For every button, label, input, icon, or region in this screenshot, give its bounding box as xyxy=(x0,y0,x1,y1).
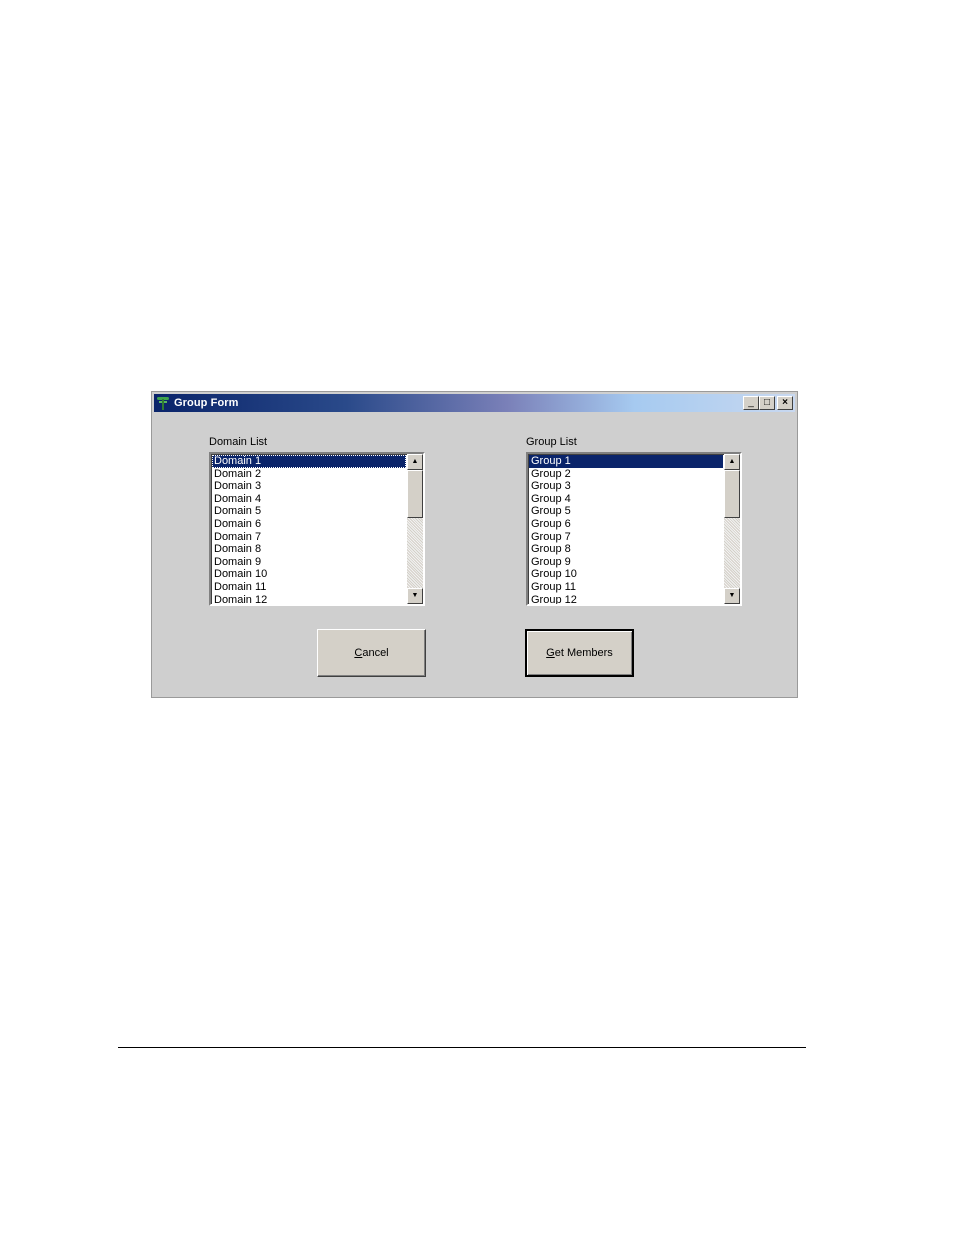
domain-list-items: Domain 1 Domain 2 Domain 3 Domain 4 Domain 5… xyxy=(212,455,406,604)
domain-list-item[interactable]: Domain 8 xyxy=(212,543,406,556)
domain-list-item[interactable]: Domain 12 xyxy=(212,594,406,604)
domain-scrollbar[interactable]: ▲ ▼ xyxy=(407,454,423,604)
title-bar[interactable]: Group Form _ □ × xyxy=(154,394,795,412)
group-scrollbar[interactable]: ▲ ▼ xyxy=(724,454,740,604)
window-title: Group Form xyxy=(174,397,239,409)
get-members-accelerator: G xyxy=(546,647,555,659)
domain-scroll-up-button[interactable]: ▲ xyxy=(407,454,423,470)
group-list-item[interactable]: Group 1 xyxy=(529,455,723,468)
group-scroll-thumb[interactable] xyxy=(724,470,740,518)
group-list-item[interactable]: Group 8 xyxy=(529,543,723,556)
group-list-item[interactable]: Group 4 xyxy=(529,493,723,506)
group-list-items: Group 1 Group 2 Group 3 Group 4 Group 5 Group… xyxy=(529,455,723,604)
domain-list-item[interactable]: Domain 10 xyxy=(212,568,406,581)
cancel-accelerator: C xyxy=(354,647,363,659)
cancel-label: ancel xyxy=(362,647,389,659)
domain-list-item[interactable]: Domain 11 xyxy=(212,581,406,594)
group-list-item[interactable]: Group 7 xyxy=(529,531,723,544)
group-list-item[interactable]: Group 10 xyxy=(529,568,723,581)
domain-list-item[interactable]: Domain 2 xyxy=(212,468,406,481)
domain-listbox[interactable]: Domain 1 Domain 2 Domain 3 Domain 4 Domain 5… xyxy=(209,452,425,606)
group-list-item[interactable]: Group 11 xyxy=(529,581,723,594)
domain-list-item[interactable]: Domain 5 xyxy=(212,505,406,518)
group-scroll-up-button[interactable]: ▲ xyxy=(724,454,740,470)
get-members-label: et Members xyxy=(554,647,613,659)
page-divider xyxy=(118,1047,806,1048)
group-list-item[interactable]: Group 3 xyxy=(529,480,723,493)
group-scroll-down-button[interactable]: ▼ xyxy=(724,588,740,604)
domain-scroll-down-button[interactable]: ▼ xyxy=(407,588,423,604)
domain-list-label: Domain List xyxy=(209,436,268,448)
group-listbox[interactable]: Group 1 Group 2 Group 3 Group 4 Group 5 Group… xyxy=(526,452,742,606)
get-members-button[interactable]: Get Members xyxy=(525,629,634,677)
domain-list-item[interactable]: Domain 9 xyxy=(212,556,406,569)
domain-list-item[interactable]: Domain 6 xyxy=(212,518,406,531)
title-bar-buttons: _ □ × xyxy=(743,396,793,410)
domain-list-item[interactable]: Domain 4 xyxy=(212,493,406,506)
group-list-item[interactable]: Group 6 xyxy=(529,518,723,531)
domain-list-item[interactable]: Domain 3 xyxy=(212,480,406,493)
group-list-item[interactable]: Group 2 xyxy=(529,468,723,481)
domain-list-item[interactable]: Domain 7 xyxy=(212,531,406,544)
group-list-item[interactable]: Group 9 xyxy=(529,556,723,569)
group-list-item[interactable]: Group 12 xyxy=(529,594,723,604)
group-list-item[interactable]: Group 5 xyxy=(529,505,723,518)
group-form-window: Group Form _ □ × Domain List Domain 1 Dom… xyxy=(151,391,798,698)
group-list-label: Group List xyxy=(526,436,577,448)
minimize-button[interactable]: _ xyxy=(743,396,759,410)
maximize-button[interactable]: □ xyxy=(759,396,775,410)
close-button[interactable]: × xyxy=(777,396,793,410)
domain-scroll-thumb[interactable] xyxy=(407,470,423,518)
palm-tree-icon xyxy=(156,395,172,411)
cancel-button[interactable]: Cancel xyxy=(317,629,426,677)
domain-list-item[interactable]: Domain 1 xyxy=(212,455,406,468)
